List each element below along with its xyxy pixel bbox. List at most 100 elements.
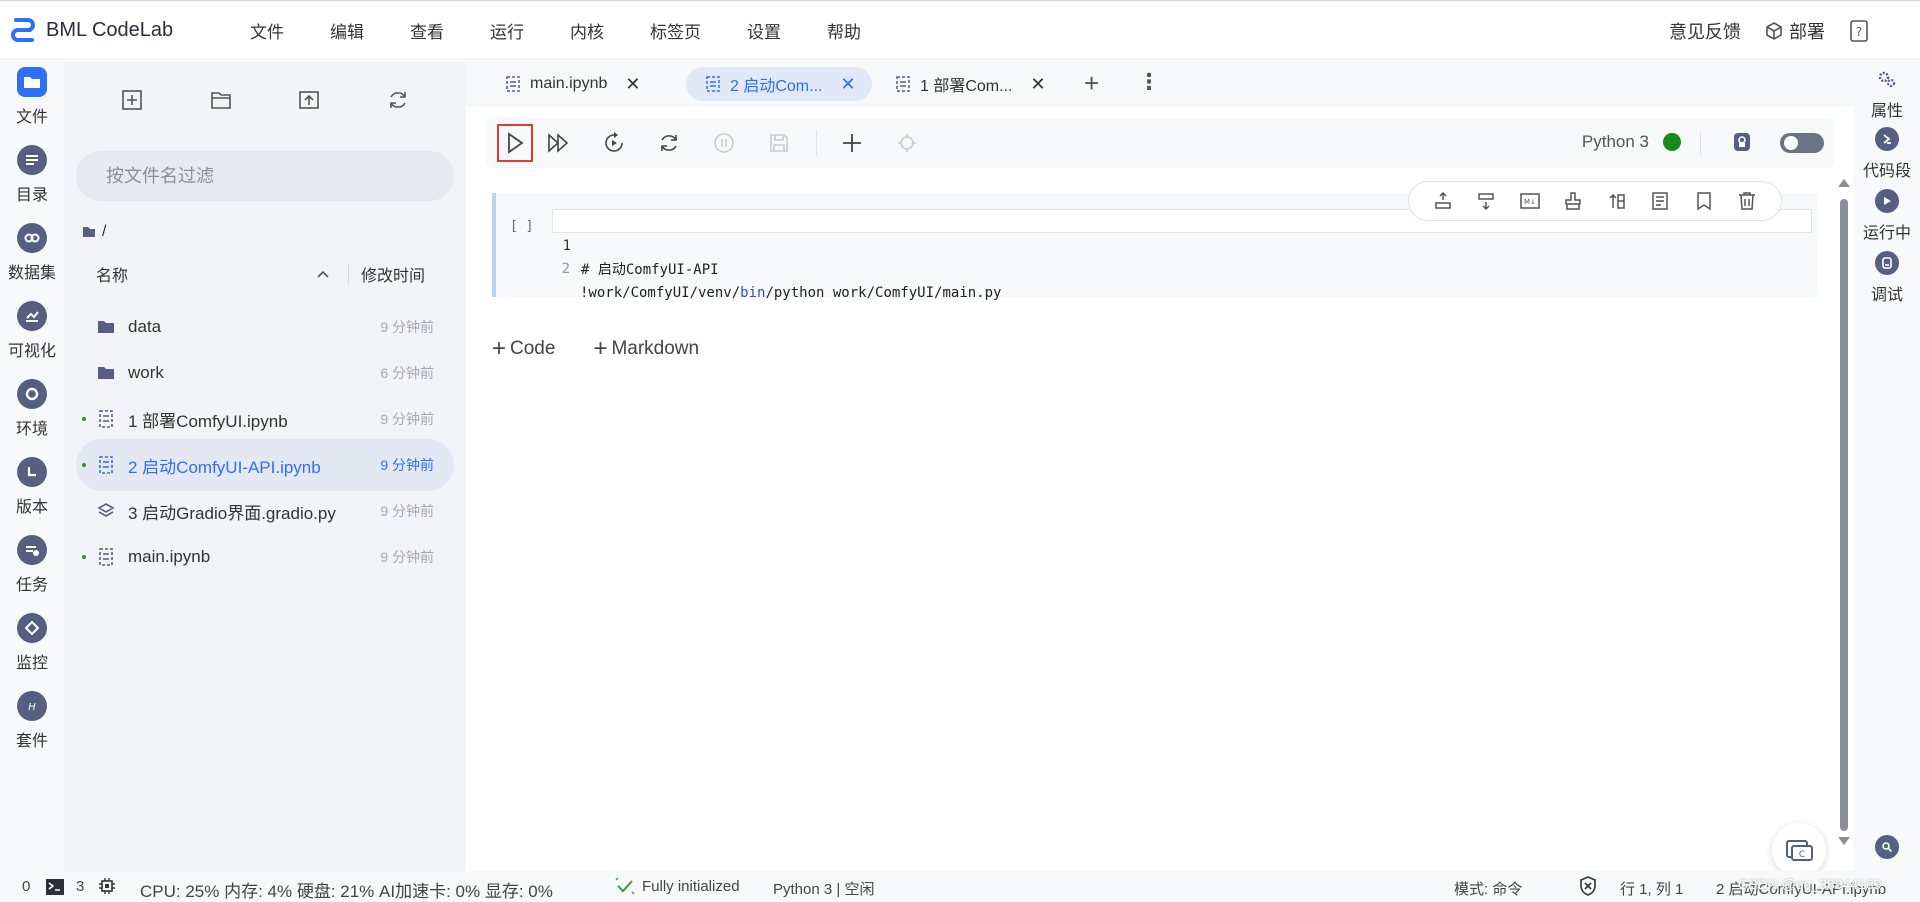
locate-button[interactable] xyxy=(892,128,922,158)
notebook-toolbar: Python 3 xyxy=(486,118,1834,168)
save-button[interactable] xyxy=(764,128,794,158)
tab-deploy[interactable]: 1 部署Com... ✕ xyxy=(876,67,1046,101)
move-up-icon[interactable] xyxy=(1605,189,1629,213)
insert-above-icon[interactable] xyxy=(1431,189,1455,213)
status-count-terminals[interactable]: 0 xyxy=(22,878,30,895)
file-row-main-notebook[interactable]: main.ipynb 9 分钟前 xyxy=(76,531,454,583)
cell-settings-icon[interactable] xyxy=(1648,189,1672,213)
suite-icon: H xyxy=(17,691,47,721)
activity-datasets[interactable]: 数据集 xyxy=(0,223,64,283)
add-tab-button[interactable]: + xyxy=(1084,70,1099,96)
menu-file[interactable]: 文件 xyxy=(250,18,284,43)
kernel-status-indicator xyxy=(1663,133,1681,151)
kernel-name[interactable]: Python 3 xyxy=(1582,132,1649,152)
activity-environment[interactable]: 环境 xyxy=(0,379,64,439)
right-search[interactable] xyxy=(1854,835,1920,865)
menu-edit[interactable]: 编辑 xyxy=(330,18,364,43)
activity-tasks[interactable]: 任务 xyxy=(0,535,64,595)
activity-version[interactable]: 版本 xyxy=(0,457,64,517)
refresh-icon xyxy=(661,135,677,151)
insert-cell-button[interactable] xyxy=(837,128,867,158)
kernel-state[interactable]: Python 3 | 空闲 xyxy=(773,878,874,899)
menu-run[interactable]: 运行 xyxy=(490,18,524,43)
scrollbar-thumb[interactable] xyxy=(1840,199,1848,831)
tab-label: 1 部署Com... xyxy=(920,78,1013,95)
file-modified: 9 分钟前 xyxy=(380,319,434,335)
breadcrumb-path: / xyxy=(102,223,107,240)
bookmark-icon[interactable] xyxy=(1692,189,1716,213)
floating-assistant-button[interactable]: C xyxy=(1772,823,1826,877)
new-launcher-button[interactable] xyxy=(118,86,146,114)
right-debug[interactable]: 调试 xyxy=(1854,251,1920,305)
sort-up-icon[interactable] xyxy=(316,269,330,279)
close-icon[interactable]: ✕ xyxy=(625,74,640,95)
restart-kernel-button[interactable] xyxy=(654,128,684,158)
activity-files[interactable]: 文件 xyxy=(0,67,64,127)
cursor-position[interactable]: 行 1, 列 1 xyxy=(1620,878,1683,899)
right-properties[interactable]: 属性 xyxy=(1854,67,1920,121)
tab-start-api[interactable]: 2 启动Com... ✕ xyxy=(686,67,872,101)
folder-icon xyxy=(17,67,47,97)
deploy-button[interactable]: 部署 xyxy=(1765,18,1825,44)
file-row-gradio[interactable]: 3 启动Gradio界面.gradio.py 9 分钟前 xyxy=(76,485,454,537)
delete-icon[interactable] xyxy=(1735,189,1759,213)
upload-button[interactable] xyxy=(295,86,323,114)
bug-icon[interactable] xyxy=(1730,130,1754,159)
shield-icon[interactable] xyxy=(1578,876,1598,900)
running-indicator xyxy=(82,463,86,467)
clear-output-icon[interactable] xyxy=(1561,189,1585,213)
refresh-button[interactable] xyxy=(384,86,412,114)
menu-tabs[interactable]: 标签页 xyxy=(650,18,701,43)
top-menu-bar: BML CodeLab 文件 编辑 查看 运行 内核 标签页 设置 帮助 意见反… xyxy=(0,0,1920,60)
file-modified: 9 分钟前 xyxy=(380,503,434,519)
add-markdown-cell-button[interactable]: + Markdown xyxy=(593,335,699,363)
tab-main-ipynb[interactable]: main.ipynb ✕ xyxy=(486,67,640,101)
fast-forward-icon xyxy=(548,133,569,153)
debugger-toggle[interactable] xyxy=(1780,133,1824,153)
feedback-link[interactable]: 意见反馈 xyxy=(1669,18,1741,44)
insert-below-icon[interactable] xyxy=(1474,189,1498,213)
file-name: 1 部署ComfyUI.ipynb xyxy=(128,411,288,431)
code-line[interactable]: 2 !work/ComfyUI/venv/bin/python work/Com… xyxy=(552,233,1812,301)
terminal-icon[interactable] xyxy=(46,879,64,899)
file-row-data[interactable]: data 9 分钟前 xyxy=(76,301,454,353)
close-icon[interactable]: ✕ xyxy=(1030,74,1045,95)
add-code-cell-button[interactable]: + Code xyxy=(492,335,555,363)
scroll-up-arrow[interactable] xyxy=(1838,179,1850,187)
restart-run-all-button[interactable] xyxy=(599,128,629,158)
interrupt-button[interactable] xyxy=(709,128,739,158)
markdown-icon[interactable]: M↓ xyxy=(1518,189,1542,213)
file-row-deploy-notebook[interactable]: 1 部署ComfyUI.ipynb 9 分钟前 xyxy=(76,393,454,445)
activity-visualization[interactable]: 可视化 xyxy=(0,301,64,361)
file-row-work[interactable]: work 6 分钟前 xyxy=(76,347,454,399)
help-button[interactable]: ? xyxy=(1849,20,1875,42)
right-snippets[interactable]: 代码段 xyxy=(1854,127,1920,181)
close-icon[interactable]: ✕ xyxy=(840,74,855,95)
editor-mode[interactable]: 模式: 命令 xyxy=(1454,878,1522,899)
filename-filter-input[interactable] xyxy=(76,151,454,201)
activity-monitor[interactable]: 监控 xyxy=(0,613,64,673)
vertical-scrollbar[interactable] xyxy=(1838,169,1850,849)
menu-settings[interactable]: 设置 xyxy=(747,18,781,43)
toolbar-divider xyxy=(816,130,817,156)
add-cell-row: + Code + Markdown xyxy=(492,335,737,363)
run-cell-button[interactable] xyxy=(497,124,533,162)
new-folder-button[interactable] xyxy=(207,86,235,114)
run-all-button[interactable] xyxy=(544,128,574,158)
column-modified[interactable]: 修改时间 xyxy=(361,262,425,286)
breadcrumb[interactable]: / xyxy=(82,223,106,241)
column-name[interactable]: 名称 xyxy=(96,262,316,286)
app-logo[interactable]: BML CodeLab xyxy=(10,16,220,44)
plus-square-icon xyxy=(122,90,143,110)
status-count-kernels[interactable]: 3 xyxy=(76,878,84,895)
file-row-start-api-notebook[interactable]: 2 启动ComfyUI-API.ipynb 9 分钟前 xyxy=(76,439,454,491)
menu-kernel[interactable]: 内核 xyxy=(570,18,604,43)
menu-view[interactable]: 查看 xyxy=(410,18,444,43)
menu-help[interactable]: 帮助 xyxy=(827,18,861,43)
activity-toc[interactable]: 目录 xyxy=(0,145,64,205)
activity-suite[interactable]: H 套件 xyxy=(0,691,64,751)
more-vertical-icon[interactable]: ⋮ xyxy=(1138,69,1160,95)
right-running[interactable]: 运行中 xyxy=(1854,189,1920,243)
environment-icon xyxy=(17,379,47,409)
scroll-down-arrow[interactable] xyxy=(1838,837,1850,845)
